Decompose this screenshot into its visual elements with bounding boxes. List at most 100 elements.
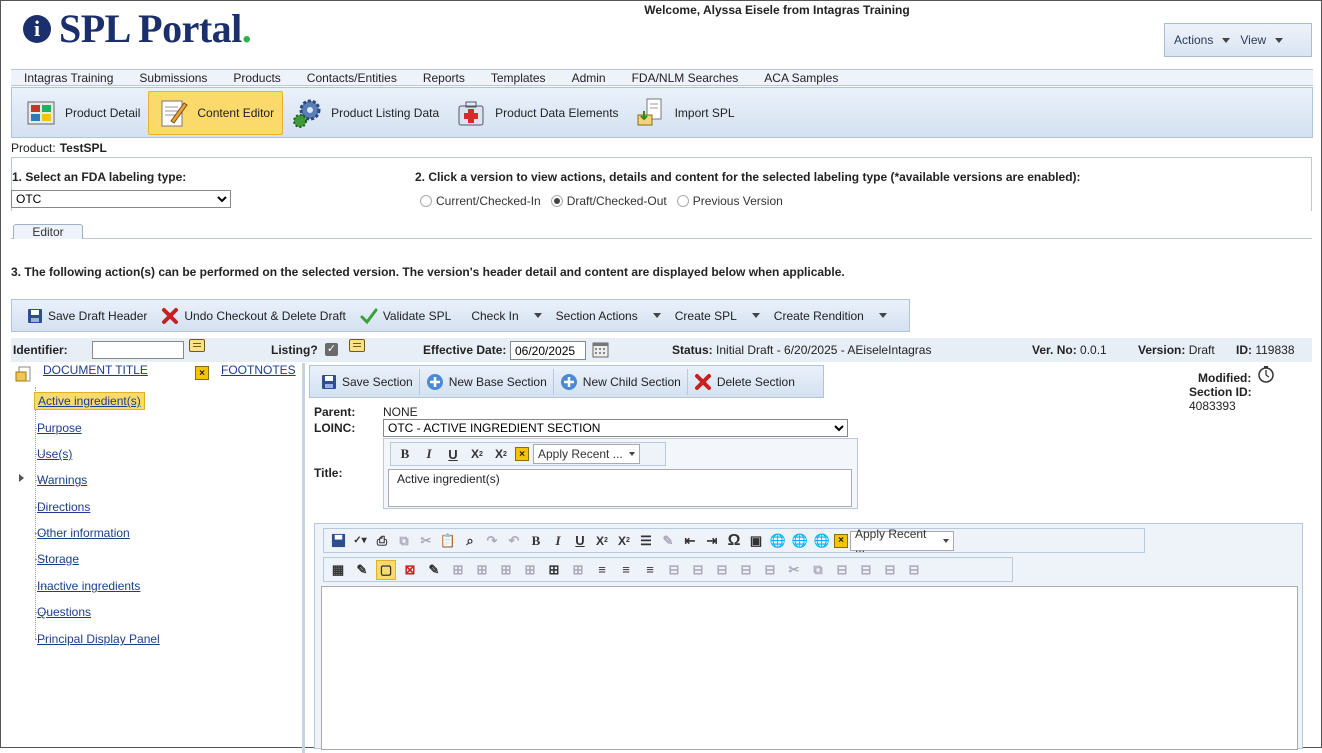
actions-menu-button[interactable]: Actions: [1174, 33, 1231, 47]
clear-format-icon[interactable]: ×: [515, 447, 529, 461]
highlight-icon[interactable]: ✎: [658, 531, 678, 551]
insert-row-before-icon[interactable]: ⊞: [448, 560, 468, 580]
cut-row-icon[interactable]: ✂: [784, 560, 804, 580]
product-data-elements-button[interactable]: Product Data Elements: [447, 91, 626, 135]
tree-item-directions[interactable]: Directions: [37, 500, 90, 514]
tree-item-inactive-ingredients[interactable]: Inactive ingredients: [37, 579, 140, 593]
pane-splitter[interactable]: [302, 363, 305, 753]
section-actions-menu[interactable]: Section Actions: [549, 302, 668, 330]
delete-col-icon[interactable]: ⊟: [712, 560, 732, 580]
find-icon[interactable]: ⌕: [460, 531, 480, 551]
align-center-icon[interactable]: ≡: [616, 560, 636, 580]
table-grid-icon[interactable]: ⊞: [544, 560, 564, 580]
content-apply-recent-dropdown[interactable]: Apply Recent ...: [850, 527, 954, 555]
create-spl-menu[interactable]: Create SPL: [668, 302, 767, 330]
cut-icon[interactable]: ✂: [416, 531, 436, 551]
menu-item-products[interactable]: Products: [220, 71, 293, 85]
copy-icon[interactable]: ⧉: [394, 531, 414, 551]
subscript-icon[interactable]: X2: [467, 444, 487, 464]
image-icon[interactable]: ▣: [746, 531, 766, 551]
content-editor-button[interactable]: Content Editor: [148, 90, 284, 135]
apply-recent-dropdown[interactable]: Apply Recent ...: [533, 444, 640, 464]
tree-item-uses[interactable]: Use(s): [37, 447, 72, 461]
tree-item-warnings[interactable]: Warnings: [37, 473, 87, 487]
paste-icon[interactable]: 📋: [438, 531, 458, 551]
indent-icon[interactable]: ⇥: [702, 531, 722, 551]
new-base-section-button[interactable]: New Base Section: [420, 368, 554, 395]
tree-item-storage[interactable]: Storage: [37, 552, 79, 566]
split-cell-icon[interactable]: ⊟: [664, 560, 684, 580]
table-end-icon[interactable]: ⊟: [904, 560, 924, 580]
document-title-link[interactable]: DOCUMENT TITLE: [43, 363, 148, 377]
product-detail-button[interactable]: Product Detail: [17, 91, 148, 135]
menu-item-admin[interactable]: Admin: [559, 71, 619, 85]
unlink-icon[interactable]: 🌐: [812, 531, 832, 551]
undo-checkout-delete-draft-button[interactable]: Undo Checkout & Delete Draft: [154, 302, 352, 330]
title-text-area[interactable]: Active ingredient(s): [388, 469, 852, 507]
listing-checkbox[interactable]: ✓: [325, 343, 338, 356]
product-listing-data-button[interactable]: Product Listing Data: [283, 91, 447, 135]
underline-icon[interactable]: U: [570, 531, 590, 551]
insert-col-after-icon[interactable]: ⊞: [520, 560, 540, 580]
expand-arrow-icon[interactable]: [19, 474, 24, 482]
bold-icon[interactable]: B: [395, 444, 415, 464]
align-right-icon[interactable]: ≡: [640, 560, 660, 580]
save-draft-header-button[interactable]: Save Draft Header: [20, 302, 154, 330]
superscript-icon[interactable]: X2: [491, 444, 511, 464]
remove-x-icon[interactable]: ×: [195, 366, 209, 380]
outdent-icon[interactable]: ⇤: [680, 531, 700, 551]
cell-properties-icon[interactable]: ▢: [376, 559, 396, 580]
content-text-area[interactable]: [321, 586, 1298, 750]
radio-current-checked-in[interactable]: Current/Checked-In: [420, 194, 541, 208]
row-after-icon[interactable]: ⊟: [760, 560, 780, 580]
menu-item-submissions[interactable]: Submissions: [126, 71, 220, 85]
check-in-menu[interactable]: Check In: [464, 302, 548, 330]
create-rendition-menu[interactable]: Create Rendition: [767, 302, 894, 330]
insert-col-before-icon[interactable]: ⊞: [496, 560, 516, 580]
italic-icon[interactable]: I: [419, 444, 439, 464]
insert-table-icon[interactable]: ▦: [328, 560, 348, 580]
menu-item-templates[interactable]: Templates: [478, 71, 559, 85]
superscript-icon[interactable]: X2: [614, 531, 634, 551]
tree-item-questions[interactable]: Questions: [37, 605, 91, 619]
spellcheck-icon[interactable]: ✓▾: [350, 531, 370, 551]
insert-row-after-icon[interactable]: ⊞: [472, 560, 492, 580]
copy-row-icon[interactable]: ⧉: [808, 560, 828, 580]
paste-row-icon[interactable]: ⊟: [880, 560, 900, 580]
menu-item-aca-samples[interactable]: ACA Samples: [751, 71, 851, 85]
validate-spl-button[interactable]: Validate SPL: [353, 302, 459, 330]
print-icon[interactable]: ⎙: [372, 531, 392, 551]
menu-item-intagras-training[interactable]: Intagras Training: [11, 71, 126, 85]
align-left-icon[interactable]: ≡: [592, 560, 612, 580]
anchor-icon[interactable]: 🌐: [790, 531, 810, 551]
undo-icon[interactable]: ↶: [504, 531, 524, 551]
clear-format-icon[interactable]: ×: [834, 533, 848, 548]
subscript-icon[interactable]: X2: [592, 531, 612, 551]
delete-row-icon[interactable]: ⊟: [688, 560, 708, 580]
menu-item-reports[interactable]: Reports: [410, 71, 478, 85]
tree-item-active-ingredients[interactable]: Active ingredient(s): [34, 392, 145, 410]
view-menu-button[interactable]: View: [1240, 33, 1284, 47]
link-icon[interactable]: 🌐: [768, 531, 788, 551]
underline-icon[interactable]: U: [443, 444, 463, 464]
tree-item-principal-display-panel[interactable]: Principal Display Panel: [37, 632, 160, 646]
footnotes-link[interactable]: FOOTNOTES: [221, 363, 296, 377]
identifier-input[interactable]: [92, 341, 184, 359]
listing-comment-icon[interactable]: [349, 339, 365, 355]
italic-icon[interactable]: I: [548, 531, 568, 551]
bold-icon[interactable]: B: [526, 531, 546, 551]
menu-item-fda-nlm-searches[interactable]: FDA/NLM Searches: [619, 71, 752, 85]
tab-editor[interactable]: Editor: [13, 224, 83, 239]
radio-draft-checked-out[interactable]: Draft/Checked-Out: [550, 194, 667, 208]
save-icon[interactable]: [328, 531, 348, 551]
labeling-type-select[interactable]: OTC: [11, 190, 231, 208]
radio-previous-version[interactable]: Previous Version: [676, 194, 783, 208]
paste-row-after-icon[interactable]: ⊟: [856, 560, 876, 580]
merge-cells-icon[interactable]: ⊞: [568, 560, 588, 580]
tree-item-other-information[interactable]: Other information: [37, 526, 130, 540]
special-char-icon[interactable]: Ω: [724, 531, 744, 551]
effective-date-input[interactable]: [510, 341, 586, 360]
delete-section-button[interactable]: Delete Section: [688, 369, 801, 395]
tree-item-purpose[interactable]: Purpose: [37, 421, 82, 435]
delete-table-icon[interactable]: ⊠: [400, 560, 420, 580]
